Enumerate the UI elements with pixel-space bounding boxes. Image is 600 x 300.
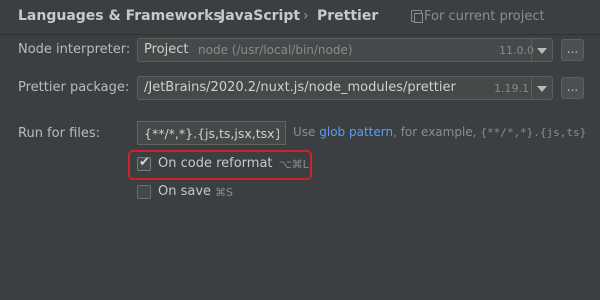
- on-save-checkbox[interactable]: [137, 185, 151, 199]
- node-interpreter-hint: node (/usr/local/bin/node): [198, 43, 353, 57]
- on-save-label: On save: [158, 184, 212, 199]
- help-prefix: Use: [293, 125, 316, 139]
- breadcrumb-item-javascript[interactable]: JavaScript: [220, 8, 300, 24]
- node-version: 11.0.0: [499, 44, 534, 57]
- glob-help-text: Use glob pattern, for example, {**/*,*}.…: [293, 125, 586, 139]
- prettier-version: 1.19.1: [494, 82, 529, 95]
- glob-pattern-link[interactable]: glob pattern: [319, 125, 393, 139]
- on-save-checkbox-row[interactable]: On save ⌘S: [137, 183, 247, 203]
- help-middle: , for example,: [393, 125, 477, 139]
- chevron-down-icon[interactable]: [537, 48, 547, 54]
- breadcrumb-separator-icon: ›: [303, 8, 309, 24]
- prettier-package-browse-button[interactable]: ...: [561, 77, 584, 99]
- combo-divider: [531, 39, 532, 61]
- node-interpreter-label: Node interpreter:: [18, 42, 131, 57]
- node-interpreter-combo[interactable]: Project node (/usr/local/bin/node) 11.0.…: [137, 38, 553, 62]
- copy-icon: [411, 10, 423, 23]
- node-interpreter-value: Project: [144, 42, 189, 57]
- breadcrumb-separator-icon: ›: [205, 8, 211, 24]
- run-for-files-label: Run for files:: [18, 126, 101, 141]
- prettier-package-label: Prettier package:: [18, 80, 130, 95]
- on-save-shortcut: ⌘S: [215, 186, 233, 199]
- help-example: {**/*,*}.{js,ts}: [480, 126, 587, 139]
- breadcrumb-item-prettier: Prettier: [317, 8, 379, 24]
- breadcrumb-item-languages-frameworks[interactable]: Languages & Frameworks: [18, 8, 222, 24]
- run-for-files-input[interactable]: [138, 122, 285, 144]
- breadcrumb: Languages & Frameworks › JavaScript › Pr…: [0, 0, 600, 34]
- highlight-box: [128, 150, 312, 180]
- node-interpreter-browse-button[interactable]: ...: [561, 39, 584, 61]
- run-for-files-field: [137, 121, 286, 145]
- scope-label: For current project: [424, 9, 545, 24]
- chevron-down-icon[interactable]: [537, 86, 547, 92]
- combo-divider: [531, 77, 532, 99]
- header-divider: [0, 34, 600, 35]
- prettier-package-value: /JetBrains/2020.2/nuxt.js/node_modules/p…: [144, 80, 456, 95]
- prettier-package-combo[interactable]: /JetBrains/2020.2/nuxt.js/node_modules/p…: [137, 76, 553, 100]
